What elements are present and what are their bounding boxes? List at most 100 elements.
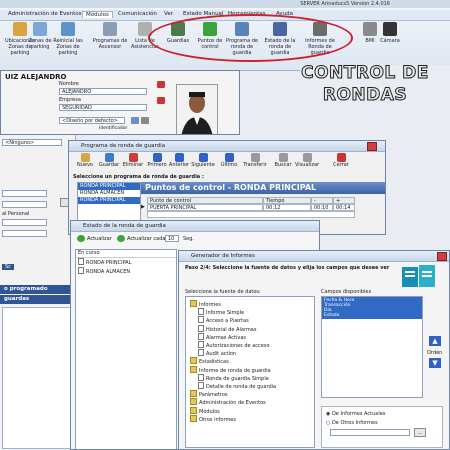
tree-item[interactable]: Ronda de guardia Simple bbox=[198, 373, 269, 382]
refresh-icon[interactable] bbox=[77, 235, 85, 242]
left-field-3[interactable] bbox=[2, 219, 47, 226]
tree-item[interactable]: Acceso a Puertas bbox=[198, 316, 249, 324]
tree-item[interactable]: Estadísticas bbox=[190, 357, 229, 365]
tree-item[interactable]: Otros informes bbox=[190, 414, 236, 423]
tree-item[interactable]: Historial de Alarmas bbox=[198, 324, 256, 333]
refresh-every-label: Actualizar cada bbox=[127, 236, 166, 242]
toolbar-icon bbox=[61, 22, 75, 36]
ronda-tool-button[interactable]: Primero bbox=[145, 153, 169, 168]
col-en-curso: En curso bbox=[76, 250, 176, 258]
identificador-label: Identificador bbox=[99, 126, 128, 131]
left-field-4[interactable] bbox=[2, 230, 47, 237]
radio-otros[interactable]: ○ De Otros Informes bbox=[326, 420, 378, 426]
red-flag-icon[interactable] bbox=[157, 81, 165, 88]
ronda-tool-button[interactable]: Nuevo bbox=[73, 153, 97, 168]
tree-item[interactable]: Parámetros bbox=[190, 390, 228, 398]
col-minus: - bbox=[311, 197, 333, 204]
report-window-title: Generador de Informes bbox=[179, 251, 449, 262]
source-label: Seleccione la fuente de datos: bbox=[185, 289, 261, 295]
browse-button[interactable]: … bbox=[414, 428, 426, 437]
ronda-tool-label: Anterior bbox=[168, 162, 190, 168]
estado-item[interactable]: RONDA PRINCIPAL bbox=[76, 258, 176, 267]
tree-item[interactable]: Informe Simple bbox=[198, 308, 244, 316]
edit-icon[interactable] bbox=[131, 117, 139, 124]
ronda-tool-icon bbox=[80, 153, 90, 162]
ronda-tool-label: Buscar bbox=[274, 162, 292, 168]
tree-item[interactable]: Informes bbox=[190, 300, 221, 308]
red-flag-icon[interactable] bbox=[157, 97, 165, 104]
auto-refresh-icon[interactable] bbox=[117, 235, 125, 242]
close-icon[interactable] bbox=[437, 252, 447, 261]
ronda-tool-icon bbox=[224, 153, 234, 162]
ronda-tool-button[interactable]: Último bbox=[217, 153, 241, 168]
empty-row[interactable] bbox=[147, 211, 355, 218]
ronda-list-item[interactable]: RONDA ALMACEN bbox=[78, 190, 140, 197]
folder-icon bbox=[190, 390, 197, 398]
document-icon bbox=[198, 308, 204, 316]
menu-eventos[interactable]: Administración de Eventos bbox=[8, 11, 81, 17]
tree-item[interactable]: Audit action bbox=[198, 349, 236, 357]
ronda-tool-label: Último bbox=[220, 162, 238, 168]
cell-minus[interactable]: 00:10 bbox=[311, 204, 333, 211]
cell-plus[interactable]: 00:14 bbox=[333, 204, 355, 211]
tree-item[interactable]: Informe de ronda de guardia bbox=[190, 365, 271, 374]
toolbar-label: Cámara bbox=[380, 38, 400, 44]
ronda-tool-button[interactable]: Anterior bbox=[167, 153, 191, 168]
tree-item[interactable]: Detalle de ronda de guardia bbox=[198, 382, 276, 390]
interval-field[interactable]: 10 bbox=[165, 235, 179, 242]
refresh-button[interactable]: Actualizar bbox=[87, 236, 112, 242]
otros-field[interactable] bbox=[330, 429, 410, 436]
nombre-field[interactable]: ALEJANDRO bbox=[59, 88, 147, 95]
ronda-tool-button[interactable]: Cerrar bbox=[329, 153, 353, 168]
toolbar-label: Reinicial las Zonas de parking bbox=[53, 38, 83, 56]
ronda-tool-icon bbox=[336, 153, 346, 162]
design-select[interactable]: <Diseño por defecto> bbox=[59, 117, 125, 124]
empresa-field[interactable]: SEGURIDAD bbox=[59, 104, 147, 111]
cell-punto[interactable]: PUERTA PRINCIPAL bbox=[147, 204, 263, 211]
left-field-1[interactable] bbox=[2, 190, 47, 197]
ronda-tool-button[interactable]: Eliminar bbox=[121, 153, 145, 168]
cell-tiempo[interactable]: 00:12 bbox=[263, 204, 311, 211]
ronda-tool-button[interactable]: Siguiente bbox=[191, 153, 215, 168]
ronda-list-item[interactable]: RONDA PRINCIPAL bbox=[78, 197, 140, 204]
nav-agentes[interactable]: guardas bbox=[0, 295, 70, 304]
ronda-list-item[interactable]: RONDA PRINCIPAL bbox=[78, 183, 140, 190]
person-window: UIZ ALEJANDRO Nombre ALEJANDRO Empresa S… bbox=[0, 70, 240, 135]
toolbar-button[interactable]: Programas de Ascensor bbox=[90, 22, 130, 50]
menu-modulos[interactable]: Módulos bbox=[82, 11, 113, 18]
overlay-line2: RONDAS bbox=[322, 85, 408, 106]
folder-icon bbox=[190, 357, 197, 365]
ronda-tool-label: Primero bbox=[147, 162, 167, 168]
toolbar-button[interactable]: Reinicial las Zonas de parking bbox=[48, 22, 88, 56]
ronda-tool-icon bbox=[152, 153, 162, 162]
tree-item[interactable]: Administración de Eventos bbox=[190, 398, 266, 406]
tree-item[interactable]: Alarmas Activas bbox=[198, 332, 246, 341]
ronda-tool-button[interactable]: Guardar bbox=[97, 153, 121, 168]
toolbar-button[interactable]: Cámara bbox=[370, 22, 410, 44]
close-icon[interactable] bbox=[367, 142, 377, 151]
ronda-tool-button[interactable]: Buscar bbox=[271, 153, 295, 168]
document-icon bbox=[78, 258, 84, 265]
document-icon bbox=[198, 373, 204, 381]
camera-icon[interactable] bbox=[141, 117, 149, 124]
ronda-tool-button[interactable]: Visualizar bbox=[295, 153, 319, 168]
ronda-tool-button[interactable]: Transferir bbox=[243, 153, 267, 168]
move-down-button[interactable]: ▼ bbox=[429, 358, 441, 368]
tree-item[interactable]: Módulos bbox=[190, 406, 220, 415]
menu-comunicacion[interactable]: Comunicación bbox=[118, 11, 157, 17]
radio-actuales[interactable]: ◉ De Informes Actuales bbox=[326, 411, 385, 417]
menu-ver[interactable]: Ver bbox=[164, 11, 173, 17]
tree-item[interactable]: Autorizaciones de acceso bbox=[198, 341, 270, 349]
ronda-tool-label: Guardar bbox=[98, 162, 120, 168]
ronda-tool-label: Cerrar bbox=[333, 162, 349, 168]
ronda-tool-label: Eliminar bbox=[122, 162, 144, 168]
field-item[interactable]: Fecha & Hora Transacción Día Estado bbox=[322, 297, 422, 319]
left-field-2[interactable] bbox=[2, 201, 47, 208]
estado-item[interactable]: RONDA ALMACEN bbox=[76, 267, 176, 276]
overlay-title: CONTROL DE RONDAS bbox=[295, 62, 435, 106]
ninguno-select[interactable]: <Ninguno> bbox=[2, 139, 62, 146]
move-up-button[interactable]: ▲ bbox=[429, 336, 441, 346]
document-icon bbox=[198, 382, 204, 389]
ronda-tool-label: Nuevo bbox=[76, 162, 93, 168]
nav-programado[interactable]: o programado bbox=[0, 285, 70, 294]
